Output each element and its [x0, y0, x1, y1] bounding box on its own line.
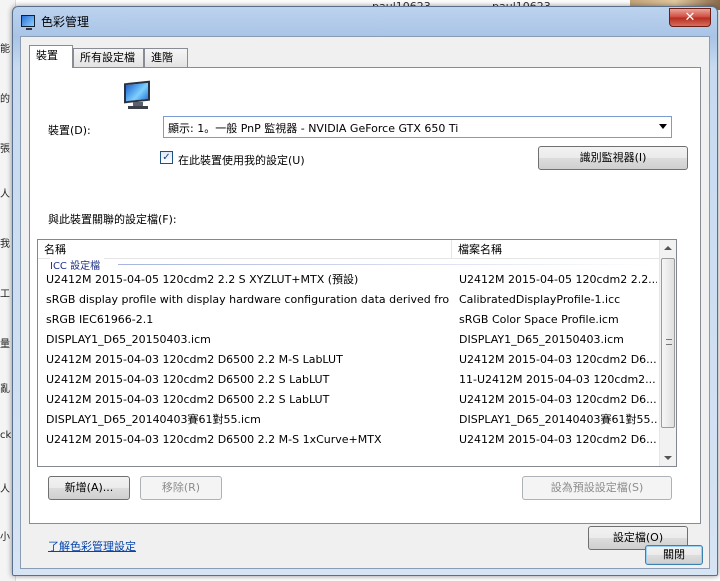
remove-profile-button[interactable]: 移除(R)	[140, 476, 222, 500]
profile-filename: DISPLAY1_D65_20150403.icm	[459, 333, 624, 346]
learn-color-management-link[interactable]: 了解色彩管理設定	[48, 538, 136, 554]
profile-filename: sRGB Color Space Profile.icm	[459, 313, 619, 326]
table-row[interactable]: U2412M 2015-04-03 120cdm2 D6500 2.2 S La…	[38, 370, 660, 390]
title-bar[interactable]: 色彩管理 ✕	[13, 7, 717, 35]
table-row[interactable]: U2412M 2015-04-05 120cdm2 2.2 S XYZLUT+M…	[38, 270, 660, 290]
scroll-up-icon[interactable]	[660, 240, 676, 257]
list-scrollbar[interactable]	[659, 240, 676, 466]
devices-tab-panel: 裝置(D): 顯示: 1。一般 PnP 監視器 - NVIDIA GeForce…	[29, 67, 701, 553]
profile-filename: DISPLAY1_D65_20140403賽61對55...	[459, 413, 657, 426]
profile-filename: U2412M 2015-04-03 120cdm2 D6...	[459, 393, 657, 406]
add-profile-button[interactable]: 新增(A)...	[48, 476, 130, 500]
profile-name: U2412M 2015-04-03 120cdm2 D6500 2.2 M-S …	[46, 433, 382, 446]
scroll-down-icon[interactable]	[660, 449, 676, 466]
column-header-filename[interactable]: 檔案名稱	[452, 240, 660, 259]
background-text-fragment: 量	[0, 339, 10, 350]
table-row[interactable]: DISPLAY1_D65_20140403賽61對55.icm DISPLAY1_…	[38, 410, 660, 430]
background-text-fragment: 小	[0, 532, 10, 543]
background-text-fragment: 人	[0, 189, 10, 200]
table-row[interactable]: U2412M 2015-04-03 120cdm2 D6500 2.2 M-S …	[38, 430, 660, 450]
close-icon: ✕	[684, 10, 696, 25]
profile-name: DISPLAY1_D65_20150403.icm	[46, 333, 211, 346]
color-management-icon	[21, 15, 35, 30]
monitor-icon	[124, 80, 154, 110]
table-row[interactable]: sRGB IEC61966-2.1 sRGB Color Space Profil…	[38, 310, 660, 330]
profile-name: DISPLAY1_D65_20140403賽61對55.icm	[46, 413, 261, 426]
background-text-fragment: 我	[0, 239, 10, 250]
table-row[interactable]: sRGB display profile with display hardwa…	[38, 290, 660, 310]
tab-all-profiles[interactable]: 所有設定檔	[73, 48, 144, 67]
profile-name: sRGB display profile with display hardwa…	[46, 293, 450, 306]
profile-name: sRGB IEC61966-2.1	[46, 313, 154, 326]
profile-name: U2412M 2015-04-05 120cdm2 2.2 S XYZLUT+M…	[46, 273, 359, 286]
scroll-thumb[interactable]	[661, 258, 675, 428]
background-text-fragment: 人	[0, 484, 10, 495]
background-text-fragment: 張	[0, 144, 10, 155]
tab-advanced[interactable]: 進階	[144, 48, 188, 67]
table-row[interactable]: U2412M 2015-04-03 120cdm2 D6500 2.2 M-S …	[38, 350, 660, 370]
background-text-fragment: 能	[0, 44, 10, 55]
dialog-client-area: 裝置 所有設定檔 進階 裝置(D): 顯示: 1。一般 PnP 監視器 - NV…	[20, 36, 710, 569]
set-default-profile-button[interactable]: 設為預設設定檔(S)	[522, 476, 672, 500]
color-management-window: 色彩管理 ✕ 裝置 所有設定檔 進階 裝置(D): 顯示: 1。一般 PnP 監…	[12, 6, 718, 576]
profiles-section-label: 與此裝置關聯的設定檔(F):	[48, 213, 177, 226]
group-divider	[118, 264, 652, 265]
profile-filename: U2412M 2015-04-03 120cdm2 D6...	[459, 433, 657, 446]
device-label: 裝置(D):	[48, 124, 91, 137]
profile-name: U2412M 2015-04-03 120cdm2 D6500 2.2 M-S …	[46, 353, 343, 366]
use-my-settings-label[interactable]: 在此裝置使用我的設定(U)	[178, 152, 305, 168]
table-row[interactable]: DISPLAY1_D65_20150403.icm DISPLAY1_D65_20…	[38, 330, 660, 350]
window-title: 色彩管理	[41, 15, 90, 29]
profile-filename: U2412M 2015-04-05 120cdm2 2.2...	[459, 273, 657, 286]
profile-filename: CalibratedDisplayProfile-1.icc	[459, 293, 621, 306]
background-text-fragment: 的	[0, 94, 10, 105]
list-rows: U2412M 2015-04-05 120cdm2 2.2 S XYZLUT+M…	[38, 270, 660, 450]
device-select-value: 顯示: 1。一般 PnP 監視器 - NVIDIA GeForce GTX 65…	[168, 122, 459, 135]
tab-devices[interactable]: 裝置	[29, 45, 73, 68]
close-window-button[interactable]: ✕	[669, 8, 711, 27]
identify-monitors-button[interactable]: 識別監視器(I)	[538, 146, 688, 170]
profile-filename: U2412M 2015-04-03 120cdm2 D6...	[459, 353, 657, 366]
background-text-fragment: 工	[0, 289, 10, 300]
profile-name: U2412M 2015-04-03 120cdm2 D6500 2.2 S La…	[46, 373, 330, 386]
table-row[interactable]: U2412M 2015-04-03 120cdm2 D6500 2.2 S La…	[38, 390, 660, 410]
list-header: 名稱 檔案名稱	[38, 240, 660, 259]
device-select[interactable]: 顯示: 1。一般 PnP 監視器 - NVIDIA GeForce GTX 65…	[163, 116, 672, 138]
background-text-fragment: 亂	[0, 384, 10, 395]
profile-name: U2412M 2015-04-03 120cdm2 D6500 2.2 S La…	[46, 393, 330, 406]
close-button[interactable]: 關閉	[645, 545, 703, 565]
profile-filename: 11-U2412M 2015-04-03 120cdm2...	[459, 373, 656, 386]
background-text-fragment: ck	[0, 430, 12, 441]
use-my-settings-checkbox[interactable]: ✓	[160, 151, 173, 164]
profiles-list[interactable]: 名稱 檔案名稱 ICC 設定檔 U2412M 2015-04-05 120cdm…	[37, 239, 677, 467]
chevron-down-icon	[659, 124, 667, 129]
